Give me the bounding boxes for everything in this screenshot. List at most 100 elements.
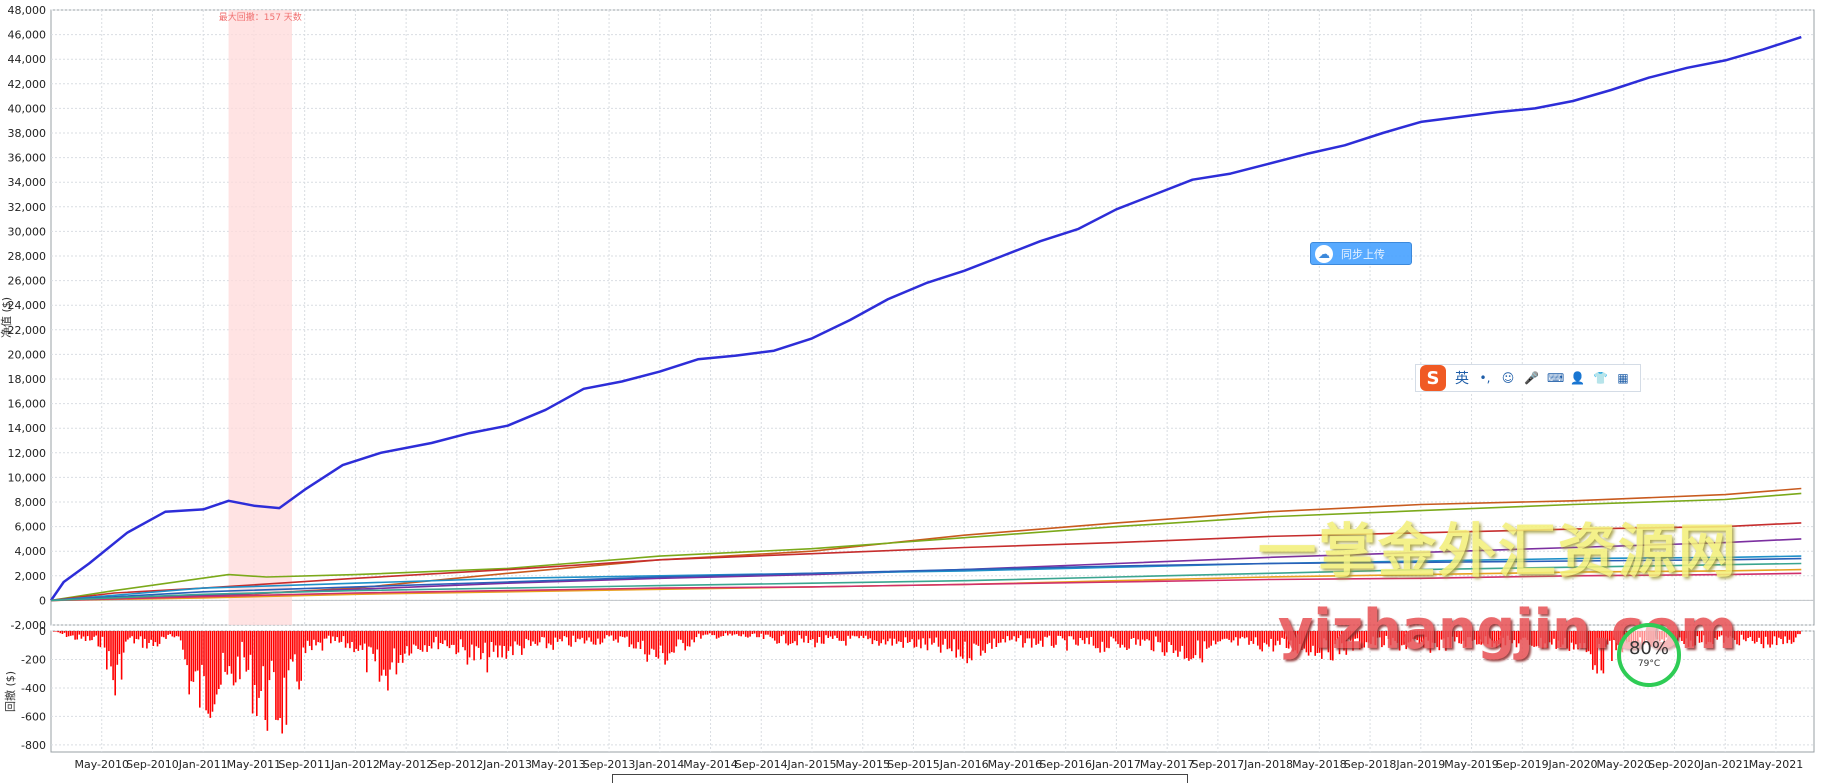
drawdown-bar — [915, 631, 918, 647]
drawdown-bar — [247, 631, 250, 670]
equity-y-tick-label: 6,000 — [15, 521, 47, 534]
drawdown-bar — [419, 631, 422, 650]
drawdown-bar — [825, 631, 827, 636]
drawdown-bar — [1223, 631, 1226, 639]
drawdown-bar — [363, 631, 366, 644]
drawdown-bar — [120, 631, 123, 680]
drawdown-bar — [884, 631, 887, 645]
drawdown-bar — [762, 631, 765, 639]
drawdown-bar — [57, 631, 59, 633]
drawdown-bar — [1048, 631, 1051, 636]
equity-y-tick-label: 38,000 — [8, 127, 47, 140]
drawdown-bar — [258, 631, 260, 698]
drawdown-bar — [680, 631, 682, 640]
drawdown-bar — [292, 631, 294, 662]
drawdown-bar — [827, 631, 829, 638]
drawdown-bar — [279, 631, 281, 718]
drawdown-bar — [581, 631, 584, 638]
drawdown-bar — [55, 631, 57, 632]
drawdown-bar — [1024, 631, 1026, 644]
drawdown-bar — [1742, 631, 1745, 640]
drawdown-bar — [814, 631, 816, 648]
drawdown-bar — [382, 631, 385, 670]
drawdown-bar — [1106, 631, 1108, 648]
user-icon[interactable]: 👤 — [1570, 371, 1585, 385]
drawdown-bar — [671, 631, 673, 653]
punctuation-icon[interactable]: •, — [1478, 371, 1492, 385]
drawdown-bar — [215, 631, 218, 695]
x-tick-label: Jan-2011 — [178, 758, 228, 771]
drawdown-bar — [490, 631, 493, 642]
drawdown-y-tick-label: -400 — [21, 682, 46, 695]
drawdown-bar — [684, 631, 686, 651]
ime-toolbar[interactable]: S 英 •, ☺ 🎤 ⌨ 👤 👕 ▦ — [1415, 364, 1641, 392]
drawdown-bar — [820, 631, 823, 644]
drawdown-bar — [601, 631, 604, 643]
drawdown-bar — [1782, 631, 1784, 645]
drawdown-bar — [724, 631, 727, 634]
drawdown-bar — [561, 631, 563, 642]
drawdown-bar — [281, 631, 283, 734]
drawdown-bar — [514, 631, 516, 642]
drawdown-bar — [1166, 631, 1168, 653]
drawdown-bar — [677, 631, 680, 640]
drawdown-bar — [882, 631, 885, 640]
x-tick-label: Jan-2019 — [1395, 758, 1445, 771]
drawdown-bar — [610, 631, 613, 636]
drawdown-bar — [751, 631, 754, 634]
drawdown-bar — [1199, 631, 1201, 659]
drawdown-bar — [1123, 631, 1126, 648]
drawdown-bar — [426, 631, 428, 652]
microphone-icon[interactable]: 🎤 — [1524, 371, 1539, 385]
drawdown-bar — [260, 631, 262, 691]
drawdown-bar — [245, 631, 248, 672]
drawdown-bar — [856, 631, 858, 637]
drawdown-bar — [355, 631, 357, 649]
drawdown-bar — [794, 631, 796, 642]
ime-language-toggle[interactable]: 英 — [1455, 368, 1469, 388]
drawdown-bar — [666, 631, 669, 661]
drawdown-bar — [765, 631, 767, 635]
drawdown-bar — [704, 631, 707, 635]
drawdown-bar — [270, 631, 273, 661]
drawdown-bar — [446, 631, 448, 647]
watermark-chinese: 一掌金外汇资源网 — [1258, 517, 1739, 585]
drawdown-bar — [156, 631, 159, 647]
drawdown-bar — [1753, 631, 1756, 644]
x-tick-label: Sep-2020 — [1648, 758, 1701, 771]
drawdown-bar — [428, 631, 431, 646]
drawdown-bar — [812, 631, 814, 640]
sogou-logo-icon[interactable]: S — [1420, 365, 1446, 391]
drawdown-bar — [499, 631, 501, 646]
toolbox-icon[interactable]: ▦ — [1616, 371, 1630, 385]
drawdown-bar — [330, 631, 332, 644]
drawdown-bar — [503, 631, 505, 646]
drawdown-bar — [686, 631, 689, 647]
skin-icon[interactable]: 👕 — [1593, 371, 1608, 385]
drawdown-bar — [1769, 631, 1771, 648]
x-tick-label: Jan-2020 — [1548, 758, 1598, 771]
equity-y-tick-label: 10,000 — [8, 471, 47, 484]
system-monitor-gauge[interactable]: 80% 79°C — [1617, 623, 1681, 687]
x-tick-label: Jan-2018 — [1243, 758, 1293, 771]
drawdown-bar — [1068, 631, 1070, 637]
drawdown-bar — [1059, 631, 1062, 636]
drawdown-bar — [895, 631, 898, 644]
drawdown-bar — [211, 631, 214, 712]
drawdown-bar — [1144, 631, 1146, 641]
equity-y-axis-label: 净值 ($) — [0, 297, 13, 338]
drawdown-bar — [664, 631, 666, 665]
drawdown-bar — [417, 631, 419, 649]
drawdown-bar — [492, 631, 495, 652]
drawdown-bar — [948, 631, 951, 649]
drawdown-bar — [1197, 631, 1199, 641]
drawdown-bar — [1006, 631, 1009, 637]
keyboard-icon[interactable]: ⌨ — [1547, 371, 1564, 385]
cloud-sync-button[interactable]: ☁ 同步上传 — [1310, 242, 1412, 265]
drawdown-bar — [321, 631, 324, 651]
drawdown-bar — [298, 631, 300, 690]
drawdown-bar — [711, 631, 713, 636]
drawdown-bar — [648, 631, 651, 655]
drawdown-bar — [148, 631, 150, 643]
emoji-icon[interactable]: ☺ — [1501, 371, 1515, 385]
